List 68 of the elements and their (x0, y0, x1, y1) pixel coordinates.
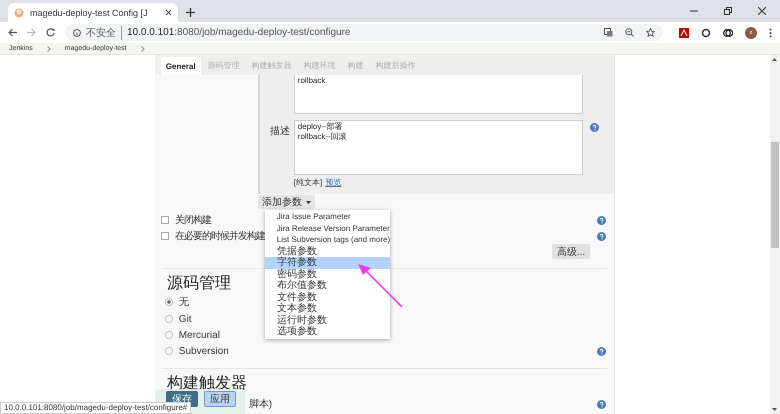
jenkins-logo-icon (14, 8, 24, 18)
chevron-icon (46, 46, 51, 52)
radio-button[interactable] (164, 347, 173, 355)
overlap-circles-icon[interactable] (723, 28, 733, 38)
text-area[interactable]: rollback (294, 75, 583, 114)
chevron-icon (140, 46, 145, 52)
menu-item[interactable]: Jira Release Version Parameter (264, 222, 390, 234)
menu-item[interactable]: 密码参数 (264, 268, 390, 280)
radio-label: 无 (178, 296, 189, 309)
close-icon[interactable] (165, 9, 172, 16)
radio-button[interactable] (164, 315, 173, 323)
checkbox[interactable] (160, 232, 169, 240)
radio-label: Mercurial (178, 330, 220, 340)
help-icon[interactable] (597, 216, 606, 224)
back-icon[interactable] (8, 28, 17, 37)
help-icon[interactable] (597, 400, 606, 408)
star-icon[interactable] (646, 28, 655, 37)
reload-icon[interactable] (46, 28, 55, 37)
menu-item[interactable]: 字符参数 (264, 257, 390, 268)
trigger-label: 脚本) (248, 398, 272, 411)
info-icon (73, 28, 81, 36)
radio-button[interactable] (164, 298, 173, 306)
close-icon[interactable] (758, 7, 766, 15)
menu-item[interactable]: 文件参数 (264, 292, 390, 303)
link-preview-tooltip: 10.0.0.101:8080/job/magedu-deploy-test/configure# (0, 402, 192, 414)
menu-item[interactable]: Jira Issue Parameter (264, 211, 390, 222)
security-label: 不安全 (86, 26, 122, 40)
scrollbar[interactable] (770, 55, 780, 414)
section-heading: 构建触发器 (166, 374, 247, 393)
apply-button[interactable]: 应用 (204, 391, 236, 407)
menu-item[interactable]: 运行时参数 (264, 314, 390, 326)
pdf-icon[interactable] (679, 28, 689, 38)
advanced-button[interactable]: 高级... (552, 244, 590, 259)
radio-label: Subversion (178, 346, 229, 356)
help-icon[interactable] (590, 123, 599, 132)
scroll-up-icon[interactable] (772, 58, 777, 61)
menu-item[interactable]: 文本参数 (264, 303, 390, 314)
new-tab-icon[interactable] (186, 8, 195, 17)
checkbox-label: 关闭构建 (174, 214, 211, 227)
section-heading: 源码管理 (166, 274, 231, 293)
radio-label: Git (178, 314, 192, 324)
translate-icon[interactable] (604, 28, 613, 37)
description-field[interactable]: deploy--部署 rollback--回滚 (294, 120, 583, 175)
help-icon[interactable] (597, 346, 606, 356)
checkbox-label: 在必要的时候并发构建 (174, 230, 265, 243)
tab-title: magedu-deploy-test Config [J (30, 8, 149, 18)
config-tab[interactable]: General (160, 57, 201, 75)
field-label: 描述 (268, 124, 290, 138)
format-note: [纯文本] (294, 177, 322, 188)
radio-button[interactable] (164, 331, 173, 339)
restore-icon[interactable] (724, 7, 732, 15)
more-icon[interactable] (769, 28, 772, 38)
address-bar[interactable]: 不安全 10.0.0.101:8080/job/magedu-deploy-test/configure (65, 24, 663, 41)
scroll-down-icon[interactable] (772, 408, 777, 411)
menu-item[interactable]: 凭据参数 (264, 246, 390, 257)
caret-icon (306, 200, 311, 204)
help-icon[interactable] (597, 232, 606, 240)
url-text: 10.0.0.101:8080/job/magedu-deploy-test/configure (127, 27, 350, 38)
scroll-thumb[interactable] (771, 142, 779, 248)
checkbox[interactable] (160, 216, 169, 224)
preview-link[interactable]: 预览 (325, 177, 342, 188)
zoom-icon[interactable] (625, 28, 634, 37)
pointer-arrow (358, 264, 402, 308)
menu-item[interactable]: List Subversion tags (and more) (264, 234, 390, 246)
add-parameter-button[interactable]: 添加参数 (258, 195, 315, 209)
menu-item[interactable]: 布尔值参数 (264, 280, 390, 292)
menu-item[interactable]: 选项参数 (264, 326, 390, 338)
browser-tab[interactable]: magedu-deploy-test Config [J (8, 3, 178, 22)
